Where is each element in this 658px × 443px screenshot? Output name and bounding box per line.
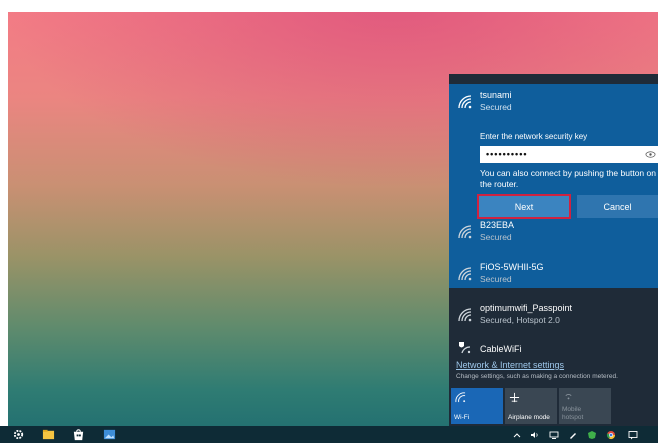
wifi-signal-icon xyxy=(458,95,472,109)
security-key-label: Enter the network security key xyxy=(480,132,588,141)
security-key-value: •••••••••• xyxy=(486,149,528,159)
wifi-signal-icon xyxy=(458,308,472,322)
mobile-hotspot-tile[interactable]: Mobile hotspot xyxy=(559,388,611,424)
airplane-tile-label: Airplane mode xyxy=(508,414,550,421)
airplane-mode-tile[interactable]: Airplane mode xyxy=(505,388,557,424)
store-icon[interactable] xyxy=(72,428,85,441)
cancel-button[interactable]: Cancel xyxy=(577,195,658,218)
network-item-fios[interactable]: FiOS-5WHII-5G Secured xyxy=(457,260,657,294)
volume-icon[interactable] xyxy=(530,430,540,440)
wifi-flyout: tsunami Secured Enter the network securi… xyxy=(449,74,658,426)
wps-hint: You can also connect by pushing the butt… xyxy=(480,168,658,190)
notifications-icon[interactable] xyxy=(628,430,638,440)
photos-icon[interactable] xyxy=(103,428,116,441)
network-item-b23eba[interactable]: B23EBA Secured xyxy=(457,218,657,252)
network-item-optimumwifi[interactable]: optimumwifi_Passpoint Secured, Hotspot 2… xyxy=(457,301,657,335)
network-status: Secured xyxy=(480,102,512,112)
network-item-tsunami[interactable]: tsunami Secured xyxy=(457,88,657,122)
network-name: B23EBA xyxy=(480,220,515,230)
hotspot-tile-label-line2: hotspot xyxy=(562,414,584,421)
network-status: Secured xyxy=(480,274,512,284)
pen-icon[interactable] xyxy=(568,430,578,440)
desktop: tsunami Secured Enter the network securi… xyxy=(0,0,658,443)
left-border xyxy=(0,0,8,443)
network-status: Secured xyxy=(480,232,512,242)
wifi-shield-icon xyxy=(459,342,471,354)
network-settings-link[interactable]: Network & Internet settings xyxy=(456,360,564,370)
chrome-icon[interactable] xyxy=(606,430,616,440)
antivirus-icon[interactable] xyxy=(587,430,597,440)
hotspot-icon xyxy=(565,394,572,400)
network-name: optimumwifi_Passpoint xyxy=(480,303,573,313)
wifi-toggle-tile[interactable]: Wi-Fi xyxy=(451,388,503,424)
security-key-input[interactable]: •••••••••• xyxy=(480,146,658,163)
wps-hint-line2: the router. xyxy=(480,179,519,189)
taskbar xyxy=(0,426,658,443)
airplane-icon xyxy=(509,392,520,403)
next-button[interactable]: Next xyxy=(477,194,571,219)
chevron-up-icon[interactable] xyxy=(512,430,522,440)
network-name: tsunami xyxy=(480,90,512,100)
settings-gear-icon[interactable] xyxy=(12,428,25,441)
wifi-signal-icon xyxy=(458,267,472,281)
reveal-password-icon[interactable] xyxy=(645,149,656,160)
wifi-icon xyxy=(455,392,466,403)
network-name: FiOS-5WHII-5G xyxy=(480,262,544,272)
file-explorer-icon[interactable] xyxy=(42,428,55,441)
wifi-tile-label: Wi-Fi xyxy=(454,414,470,421)
wifi-signal-icon xyxy=(458,225,472,239)
network-settings-description: Change settings, such as making a connec… xyxy=(456,373,618,380)
wps-hint-line1: You can also connect by pushing the butt… xyxy=(480,168,656,178)
top-border xyxy=(0,0,658,12)
network-name: CableWiFi xyxy=(480,344,522,354)
network-status: Secured, Hotspot 2.0 xyxy=(480,315,560,325)
selected-network-panel[interactable]: tsunami Secured Enter the network securi… xyxy=(449,84,658,288)
hotspot-tile-label-line1: Mobile xyxy=(562,406,582,413)
network-icon[interactable] xyxy=(549,430,559,440)
